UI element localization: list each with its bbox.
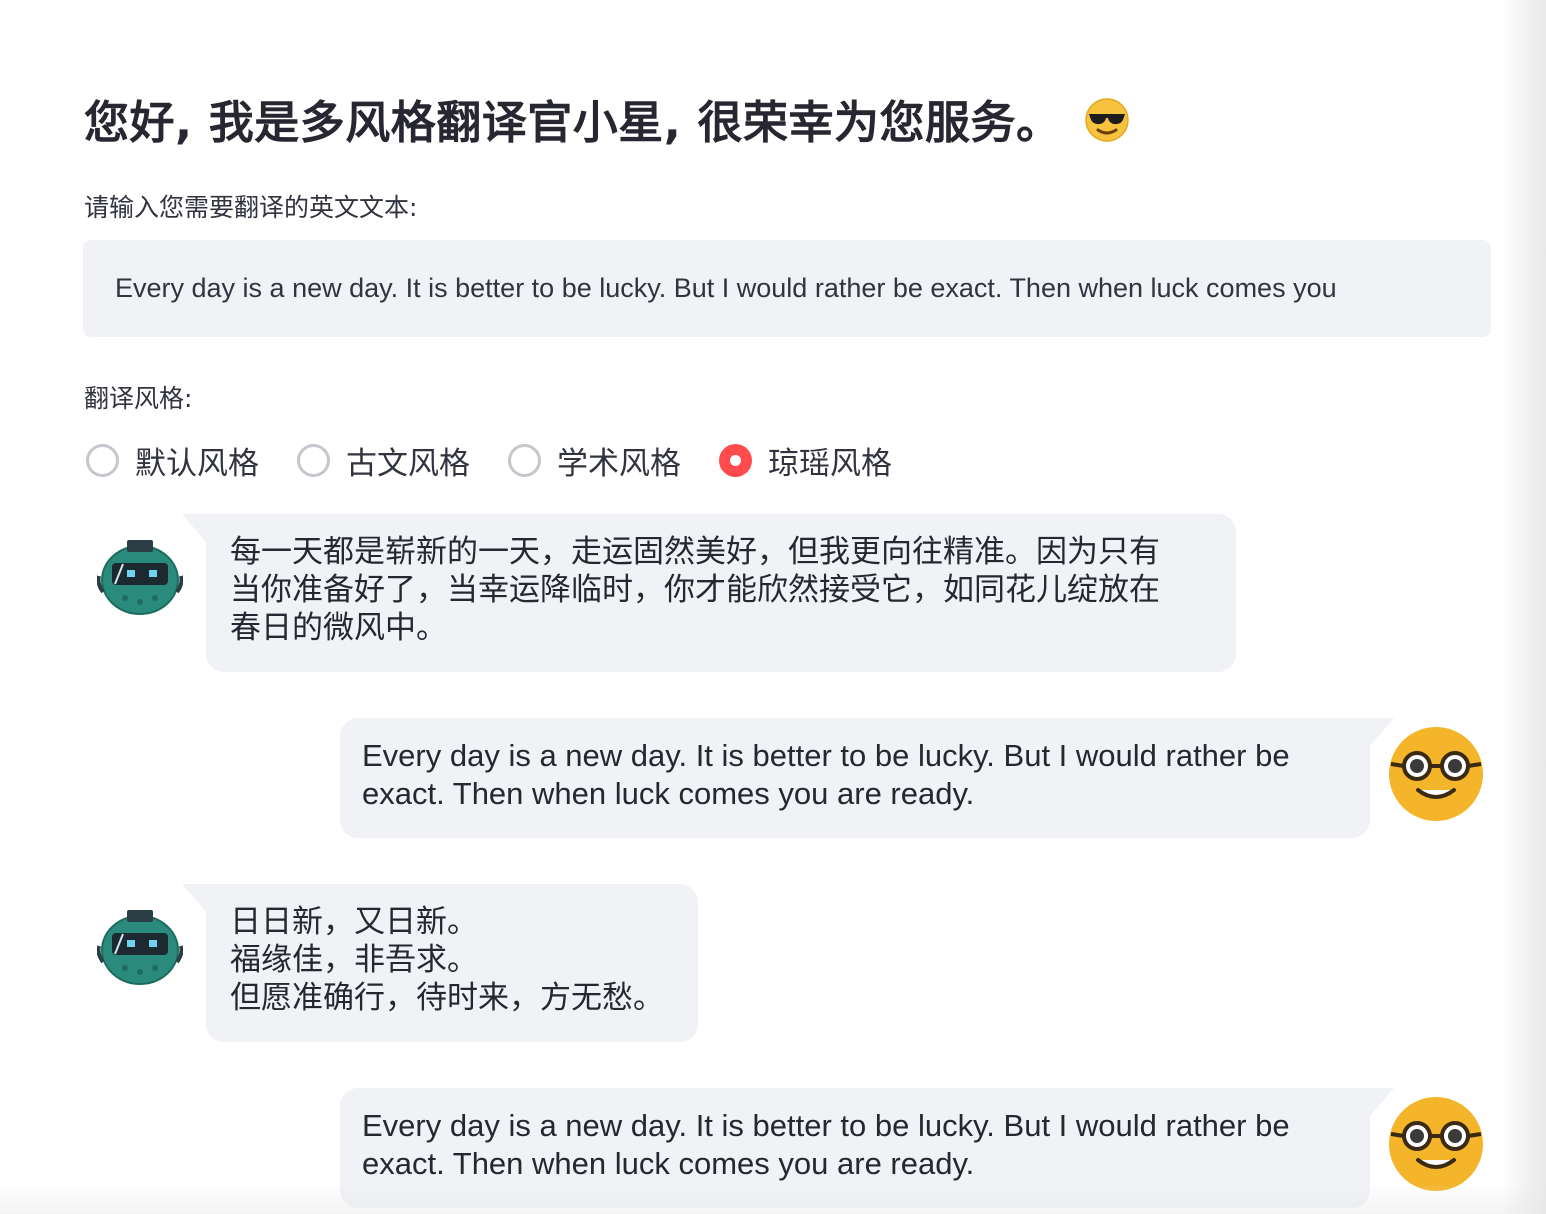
- message-line: 当你准备好了，当幸运降临时，你才能欣然接受它，如同花儿绽放在: [230, 572, 1160, 608]
- page-title-text: 您好, 我是多风格翻译官小星, 很荣幸为您服务。: [84, 96, 1062, 149]
- message-line: 日日新，又日新。: [230, 904, 478, 940]
- nerd-face-avatar-icon: [1389, 727, 1483, 821]
- radio-option-classical[interactable]: 古文风格: [297, 438, 470, 483]
- radio-option-qiongyao[interactable]: 琼瑶风格: [719, 438, 892, 483]
- app-page: 您好, 我是多风格翻译官小星, 很荣幸为您服务。 请输入您需要翻译的英文文本: …: [0, 0, 1546, 1214]
- message-line: 但愿准确行，待时来，方无愁。: [230, 980, 664, 1016]
- radio-label: 默认风格: [135, 446, 259, 482]
- radio-circle-icon: [297, 444, 330, 477]
- message-line: 每一天都是崭新的一天，走运固然美好，但我更向往精准。因为只有: [230, 534, 1160, 570]
- user-message-bubble: Every day is a new day. It is better to …: [340, 1088, 1394, 1208]
- scroll-shadow-right: [1500, 0, 1546, 1214]
- assistant-message-bubble: 每一天都是崭新的一天，走运固然美好，但我更向往精准。因为只有 当你准备好了，当幸…: [182, 514, 1236, 672]
- message-line: 福缘佳，非吾求。: [230, 942, 478, 978]
- radio-selected-icon: [719, 444, 752, 477]
- radio-label: 琼瑶风格: [768, 446, 892, 482]
- robot-avatar-icon: [97, 540, 183, 615]
- radio-label: 古文风格: [346, 446, 470, 482]
- message-line: exact. Then when luck comes you are read…: [362, 776, 975, 811]
- message-line: Every day is a new day. It is better to …: [362, 1108, 1290, 1143]
- message-line: 春日的微风中。: [230, 610, 447, 646]
- message-line: Every day is a new day. It is better to …: [362, 738, 1290, 773]
- english-text-input[interactable]: [83, 240, 1491, 337]
- radio-option-academic[interactable]: 学术风格: [508, 438, 681, 483]
- radio-label: 学术风格: [557, 446, 681, 482]
- radio-circle-icon: [508, 444, 541, 477]
- nerd-face-avatar-icon: [1389, 1097, 1483, 1191]
- page-title: 您好, 我是多风格翻译官小星, 很荣幸为您服务。: [84, 86, 1130, 151]
- text-input-label: 请输入您需要翻译的英文文本:: [84, 193, 418, 222]
- user-message-bubble: Every day is a new day. It is better to …: [340, 718, 1394, 838]
- assistant-message-bubble: 日日新，又日新。 福缘佳，非吾求。 但愿准确行，待时来，方无愁。: [182, 884, 698, 1042]
- message-line: exact. Then when luck comes you are read…: [362, 1146, 975, 1181]
- style-label: 翻译风格:: [84, 384, 193, 413]
- translation-style-radio-group: 默认风格 古文风格 学术风格 琼瑶风格: [86, 438, 930, 483]
- radio-circle-icon: [86, 444, 119, 477]
- sunglasses-face-icon: [1084, 98, 1129, 142]
- robot-avatar-icon: [97, 910, 183, 985]
- radio-option-default[interactable]: 默认风格: [86, 438, 259, 483]
